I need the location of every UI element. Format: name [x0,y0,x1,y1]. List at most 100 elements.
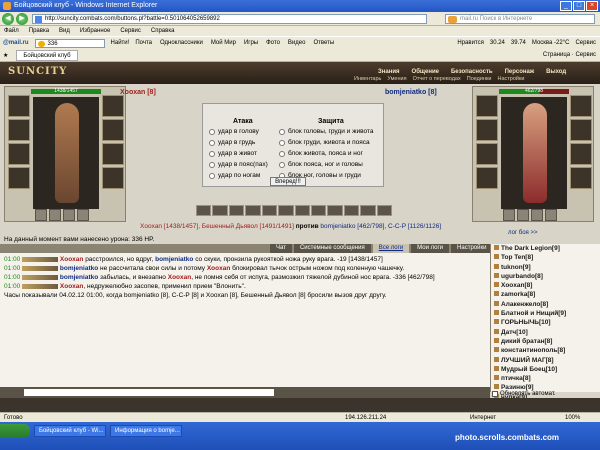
favorites-star-icon[interactable]: ★ [3,52,8,59]
chat-name[interactable]: Xooxan [168,274,191,281]
right-belt-slot[interactable] [476,167,498,189]
skill-icon-12[interactable] [376,205,393,216]
attack-option[interactable]: удар в голову [209,128,259,135]
page-menu[interactable]: Страница [543,52,570,58]
skill-icon-3[interactable] [228,205,245,216]
left-ring-slot[interactable] [102,95,124,117]
browser-tab[interactable]: Бойцовский клуб [16,49,78,61]
right-weapon-slot[interactable] [476,119,498,141]
skill-icon-6[interactable] [278,205,294,216]
find-button[interactable]: Найти! [111,40,130,46]
address-bar[interactable]: http://suncity.combats.com/buttons.pl?ba… [32,14,427,24]
game-nav-item-1[interactable]: Общение [412,69,439,75]
online-user[interactable]: ЛУЧШИЙ МАГ[8] [494,356,600,365]
menu-item-3[interactable]: Избранное [80,26,110,36]
attack-radio[interactable] [209,161,215,168]
back-button[interactable]: ◀ [2,13,14,25]
defense-radio[interactable] [279,139,285,146]
attack-go-button[interactable]: Вперед!!! [270,177,306,186]
close-button[interactable]: × [586,1,598,11]
minimize-button[interactable]: _ [560,1,572,11]
search-box[interactable]: mail.ru Поиск в Интернете [445,14,595,24]
skill-icon-2[interactable] [212,205,228,216]
online-user[interactable]: Блатной и Нищий[9] [494,309,600,318]
online-user[interactable]: Xooxan[8] [494,281,600,290]
attack-option[interactable]: удар в пояс(пах) [209,161,268,168]
right-item-4[interactable] [545,209,557,221]
left-item-1[interactable] [35,209,47,221]
toolbar-link-4[interactable]: Фото [266,40,280,46]
skill-icon-11[interactable] [360,205,376,216]
chat-name[interactable]: bomjeniatko [155,256,193,263]
tools-menu[interactable]: Сервис [575,52,596,58]
right-gloves-slot[interactable] [570,119,592,141]
game-nav-item-4[interactable]: Выход [546,69,566,75]
left-boots-slot[interactable] [102,167,124,189]
chat-input[interactable] [24,389,274,396]
auto-refresh-checkbox[interactable] [492,391,498,397]
online-user[interactable]: tuknon[9] [494,263,600,272]
game-subnav-item-1[interactable]: Умения [387,76,406,82]
left-item-2[interactable] [49,209,61,221]
defense-radio[interactable] [279,161,285,168]
online-user[interactable]: zamorka[8] [494,290,600,299]
defense-option[interactable]: блок живота, пояса и ног [279,150,363,157]
online-user[interactable]: Top Ten[8] [494,253,600,262]
menu-item-5[interactable]: Справка [151,26,175,36]
chat-tab-4[interactable]: Настройки [451,244,493,253]
maximize-button[interactable]: □ [573,1,585,11]
right-item-3[interactable] [531,209,543,221]
online-user[interactable]: ГОРЬНЫЧЬ[10] [494,318,600,327]
battle-log-link[interactable]: лог боя >> [508,230,537,236]
online-user[interactable]: Датч[10] [494,328,600,337]
toolbar-link-0[interactable]: Почта [135,40,152,46]
forward-button[interactable]: ▶ [16,13,28,25]
mailru-logo[interactable]: @mail.ru [3,40,29,46]
online-user[interactable]: птичка[8] [494,374,600,383]
chat-name[interactable]: Xooxan [207,265,230,272]
right-helmet-slot[interactable] [476,95,498,117]
menu-item-2[interactable]: Вид [59,26,70,36]
online-user[interactable]: Мудрый Боец[10] [494,365,600,374]
online-user[interactable]: дикий братан[8] [494,337,600,346]
left-shield-slot[interactable] [102,143,124,165]
left-item-3[interactable] [63,209,75,221]
left-item-4[interactable] [77,209,89,221]
defense-radio[interactable] [279,150,285,157]
right-boots-slot[interactable] [570,167,592,189]
skill-icon-8[interactable] [310,205,327,216]
skill-icon-7[interactable] [294,205,310,216]
toolbar-widget-2[interactable]: 39.74 [511,40,526,46]
defense-option[interactable]: блок пояса, ног и головы [279,161,363,168]
right-item-1[interactable] [503,209,515,221]
toolbar-widget-4[interactable]: Сервис [575,40,596,46]
attack-option[interactable]: удар в живот [209,150,257,157]
defense-radio[interactable] [279,128,285,135]
chat-tab-3[interactable]: Мои логи [411,244,450,253]
left-belt-slot[interactable] [8,167,30,189]
chat-tab-1[interactable]: Системные сообщения [293,244,371,253]
left-character-name[interactable]: Xooxan [8] [120,89,156,96]
toolbar-search-input[interactable]: 336 [34,38,105,48]
menu-item-4[interactable]: Сервис [120,26,141,36]
taskbar-item-1[interactable]: Бойцовский клуб - Wi... [34,425,106,437]
game-nav-item-2[interactable]: Безопасность [451,69,493,75]
toolbar-widget-1[interactable]: 30.24 [490,40,505,46]
game-nav-item-3[interactable]: Персонаж [505,69,535,75]
defense-option[interactable]: блок головы, груди и живота [279,128,373,135]
attack-radio[interactable] [209,172,215,179]
auto-refresh[interactable]: Обновлять автомат. [492,391,556,397]
toolbar-widget-3[interactable]: Москва -22°C [532,40,570,46]
skill-icon-10[interactable] [343,205,360,216]
online-user[interactable]: ugurbando[8] [494,272,600,281]
attack-option[interactable]: удар в грудь [209,139,255,146]
online-user[interactable]: Алакенжело[8] [494,300,600,309]
left-armor-slot[interactable] [8,143,30,165]
game-subnav-item-4[interactable]: Настройки [497,76,524,82]
toolbar-link-1[interactable]: Одноклассники [160,40,203,46]
skill-icon-5[interactable] [261,205,278,216]
menu-item-0[interactable]: Файл [4,26,19,36]
team-left[interactable]: Xooxan [1438/1457], Бешенный Дьявол [149… [140,223,294,230]
toolbar-link-3[interactable]: Игры [244,40,258,46]
chat-name[interactable]: Xooxan [60,256,83,263]
